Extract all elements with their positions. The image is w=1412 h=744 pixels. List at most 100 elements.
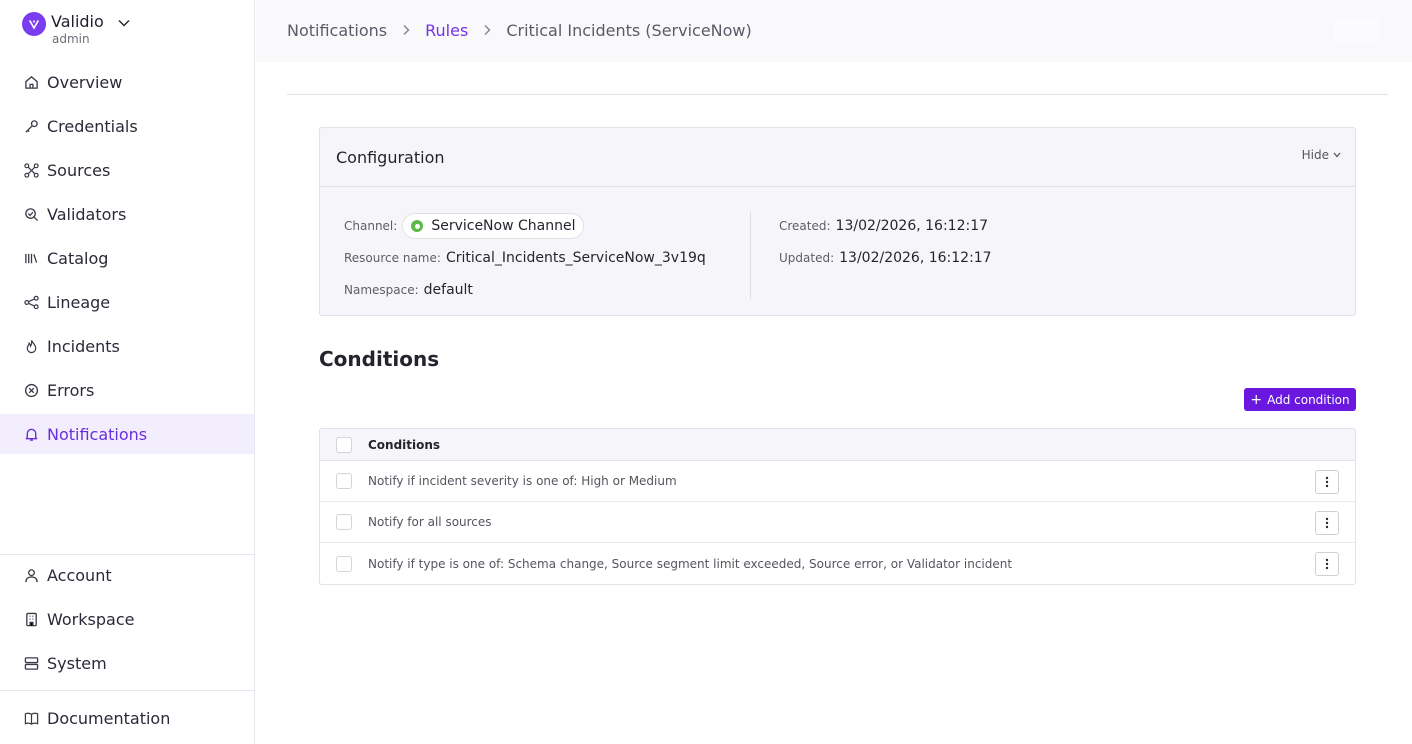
sidebar-item-label: Validators	[47, 204, 127, 224]
column-divider	[750, 212, 751, 299]
sidebar-item-workspace[interactable]: Workspace	[0, 599, 254, 639]
building-icon	[23, 611, 39, 627]
kebab-icon	[1325, 558, 1329, 570]
sidebar-item-label: Incidents	[47, 336, 120, 356]
resource-name-value: Critical_Incidents_ServiceNow_3v19q	[445, 250, 706, 266]
condition-text: Notify if type is one of: Schema change,…	[368, 556, 1013, 571]
resource-name-label: Resource name:	[344, 251, 441, 265]
sidebar-item-label: System	[47, 653, 107, 673]
table-row: Notify if incident severity is one of: H…	[320, 461, 1355, 502]
sidebar-item-catalog[interactable]: Catalog	[0, 238, 254, 278]
row-menu-button[interactable]	[1315, 552, 1339, 576]
created-value: 13/02/2026, 16:12:17	[835, 218, 989, 234]
configuration-title: Configuration	[336, 147, 445, 167]
conditions-table: Conditions Notify if incident severity i…	[319, 428, 1356, 585]
sidebar-item-system[interactable]: System	[0, 643, 254, 683]
chevron-right-icon	[402, 24, 410, 36]
sidebar-item-account[interactable]: Account	[0, 555, 254, 595]
sidebar-doc-nav: Documentation	[0, 690, 254, 744]
sidebar-item-label: Workspace	[47, 609, 135, 629]
row-menu-button[interactable]	[1315, 470, 1339, 494]
configuration-right-column: Created: 13/02/2026, 16:12:17 Updated: 1…	[779, 210, 992, 274]
sidebar-item-overview[interactable]: Overview	[0, 62, 254, 102]
sidebar-item-label: Sources	[47, 160, 111, 180]
sidebar: Validio admin Overview Credentials Sourc…	[0, 0, 255, 744]
workspace-switcher[interactable]: Validio admin	[22, 12, 130, 48]
sidebar-item-label: Catalog	[47, 248, 109, 268]
catalog-icon	[23, 250, 39, 266]
servicenow-icon	[411, 220, 424, 232]
server-icon	[23, 655, 39, 671]
validators-icon	[23, 206, 39, 222]
sidebar-item-label: Lineage	[47, 292, 111, 312]
flame-icon	[23, 338, 39, 354]
sidebar-item-notifications[interactable]: Notifications	[0, 414, 254, 454]
row-checkbox[interactable]	[336, 514, 352, 530]
add-condition-label: Add condition	[1267, 392, 1350, 407]
divider	[287, 94, 1388, 95]
channel-row: Channel: ServiceNow Channel	[344, 210, 706, 242]
lineage-icon	[23, 294, 39, 310]
configuration-panel: Configuration Hide Channel: ServiceNow C…	[319, 127, 1356, 316]
sidebar-item-errors[interactable]: Errors	[0, 370, 254, 410]
sidebar-item-label: Errors	[47, 380, 95, 400]
table-header: Conditions	[320, 429, 1355, 461]
channel-label: Channel:	[344, 219, 398, 233]
sidebar-item-credentials[interactable]: Credentials	[0, 106, 254, 146]
book-icon	[23, 710, 39, 726]
sources-icon	[23, 162, 39, 178]
sidebar-item-label: Documentation	[47, 708, 171, 728]
hide-label: Hide	[1301, 148, 1329, 162]
breadcrumb-rules[interactable]: Rules	[425, 21, 468, 40]
sidebar-item-validators[interactable]: Validators	[0, 194, 254, 234]
breadcrumb-current: Critical Incidents (ServiceNow)	[506, 20, 752, 40]
top-bar: Notifications Rules Critical Incidents (…	[256, 0, 1412, 62]
user-icon	[23, 567, 39, 583]
sidebar-item-lineage[interactable]: Lineage	[0, 282, 254, 322]
brand-name: Validio	[51, 12, 104, 31]
namespace-label: Namespace:	[344, 283, 419, 297]
chevron-right-icon	[483, 24, 491, 36]
select-all-checkbox[interactable]	[336, 436, 352, 453]
error-icon	[23, 382, 39, 398]
configuration-left-column: Channel: ServiceNow Channel Resource nam…	[344, 210, 706, 306]
resource-name-row: Resource name: Critical_Incidents_Servic…	[344, 242, 706, 274]
table-row: Notify for all sources	[320, 502, 1355, 543]
created-label: Created:	[779, 219, 831, 233]
sidebar-item-label: Notifications	[47, 424, 148, 444]
add-condition-button[interactable]: + Add condition	[1244, 388, 1356, 411]
hide-button[interactable]: Hide	[1302, 148, 1341, 162]
sidebar-item-label: Credentials	[47, 116, 138, 136]
channel-value: ServiceNow Channel	[431, 218, 576, 234]
sidebar-item-incidents[interactable]: Incidents	[0, 326, 254, 366]
top-bar-placeholder	[1334, 18, 1380, 44]
sidebar-item-label: Account	[47, 565, 112, 585]
row-menu-button[interactable]	[1315, 511, 1339, 535]
row-checkbox[interactable]	[336, 555, 352, 572]
updated-label: Updated:	[779, 251, 835, 265]
brand-role: admin	[52, 32, 90, 46]
breadcrumb-notifications[interactable]: Notifications	[287, 21, 387, 40]
sidebar-item-sources[interactable]: Sources	[0, 150, 254, 190]
plus-icon: +	[1250, 391, 1263, 408]
row-checkbox[interactable]	[336, 473, 352, 489]
channel-chip[interactable]: ServiceNow Channel	[402, 213, 585, 239]
created-row: Created: 13/02/2026, 16:12:17	[779, 210, 992, 242]
table-row: Notify if type is one of: Schema change,…	[320, 543, 1355, 584]
chevron-down-icon[interactable]	[118, 12, 130, 32]
main-content: Notifications Rules Critical Incidents (…	[256, 0, 1412, 744]
conditions-title: Conditions	[319, 347, 440, 371]
condition-text: Notify for all sources	[368, 515, 492, 529]
column-header-conditions: Conditions	[368, 437, 441, 452]
sidebar-item-documentation[interactable]: Documentation	[0, 691, 254, 744]
kebab-icon	[1325, 476, 1329, 488]
updated-row: Updated: 13/02/2026, 16:12:17	[779, 242, 992, 274]
namespace-row: Namespace: default	[344, 274, 706, 306]
home-icon	[23, 74, 39, 90]
sidebar-item-label: Overview	[47, 72, 123, 92]
validio-logo-icon	[22, 12, 46, 36]
namespace-value: default	[423, 282, 473, 298]
configuration-header: Configuration	[320, 128, 1355, 187]
updated-value: 13/02/2026, 16:12:17	[839, 250, 992, 266]
key-icon	[23, 118, 39, 134]
